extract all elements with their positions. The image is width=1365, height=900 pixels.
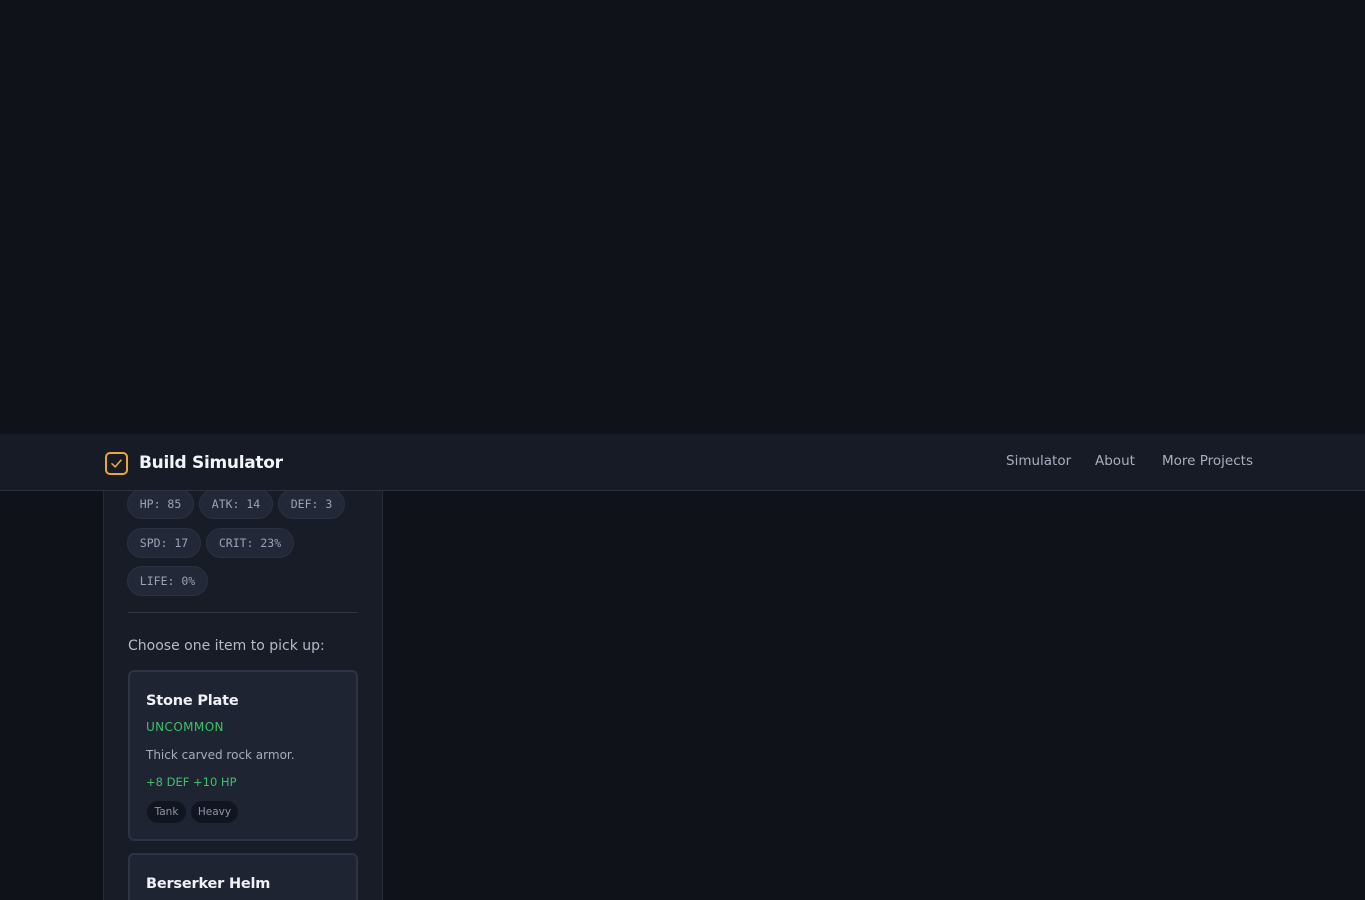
section-divider bbox=[128, 612, 357, 613]
nav-about[interactable]: About bbox=[1095, 453, 1135, 469]
stat-chip-crit: CRIT: 23% bbox=[206, 528, 294, 558]
item-tag-tank: Tank bbox=[147, 801, 186, 823]
item-rarity: UNCOMMON bbox=[146, 720, 224, 734]
stat-chip-spd: SPD: 17 bbox=[127, 528, 201, 558]
item-card-stone-plate[interactable]: Stone Plate UNCOMMON Thick carved rock a… bbox=[128, 670, 358, 841]
item-name: Berserker Helm bbox=[146, 876, 271, 892]
item-description: Thick carved rock armor. bbox=[146, 748, 295, 762]
stat-chip-atk: ATK: 14 bbox=[199, 489, 273, 519]
sidebar-panel: HP: 85 ATK: 14 DEF: 3 SPD: 17 CRIT: 23% … bbox=[103, 434, 383, 900]
top-navbar: Build Simulator Simulator About More Pro… bbox=[0, 434, 1365, 491]
stat-chip-life: LIFE: 0% bbox=[127, 566, 208, 596]
empty-viewport-area bbox=[0, 0, 1365, 434]
nav-more-projects[interactable]: More Projects bbox=[1162, 453, 1253, 469]
item-tag-heavy: Heavy bbox=[191, 801, 238, 823]
stat-chip-def: DEF: 3 bbox=[278, 489, 345, 519]
item-name: Stone Plate bbox=[146, 693, 239, 709]
brand[interactable]: Build Simulator bbox=[105, 451, 283, 475]
app-title: Build Simulator bbox=[139, 453, 283, 473]
item-bonus: +8 DEF +10 HP bbox=[146, 775, 237, 789]
checkbox-check-icon bbox=[105, 451, 128, 475]
pickup-prompt: Choose one item to pick up: bbox=[128, 638, 325, 654]
nav-simulator[interactable]: Simulator bbox=[1006, 453, 1071, 469]
item-card-berserker-helm[interactable]: Berserker Helm bbox=[128, 853, 358, 900]
stat-chip-hp: HP: 85 bbox=[127, 489, 194, 519]
